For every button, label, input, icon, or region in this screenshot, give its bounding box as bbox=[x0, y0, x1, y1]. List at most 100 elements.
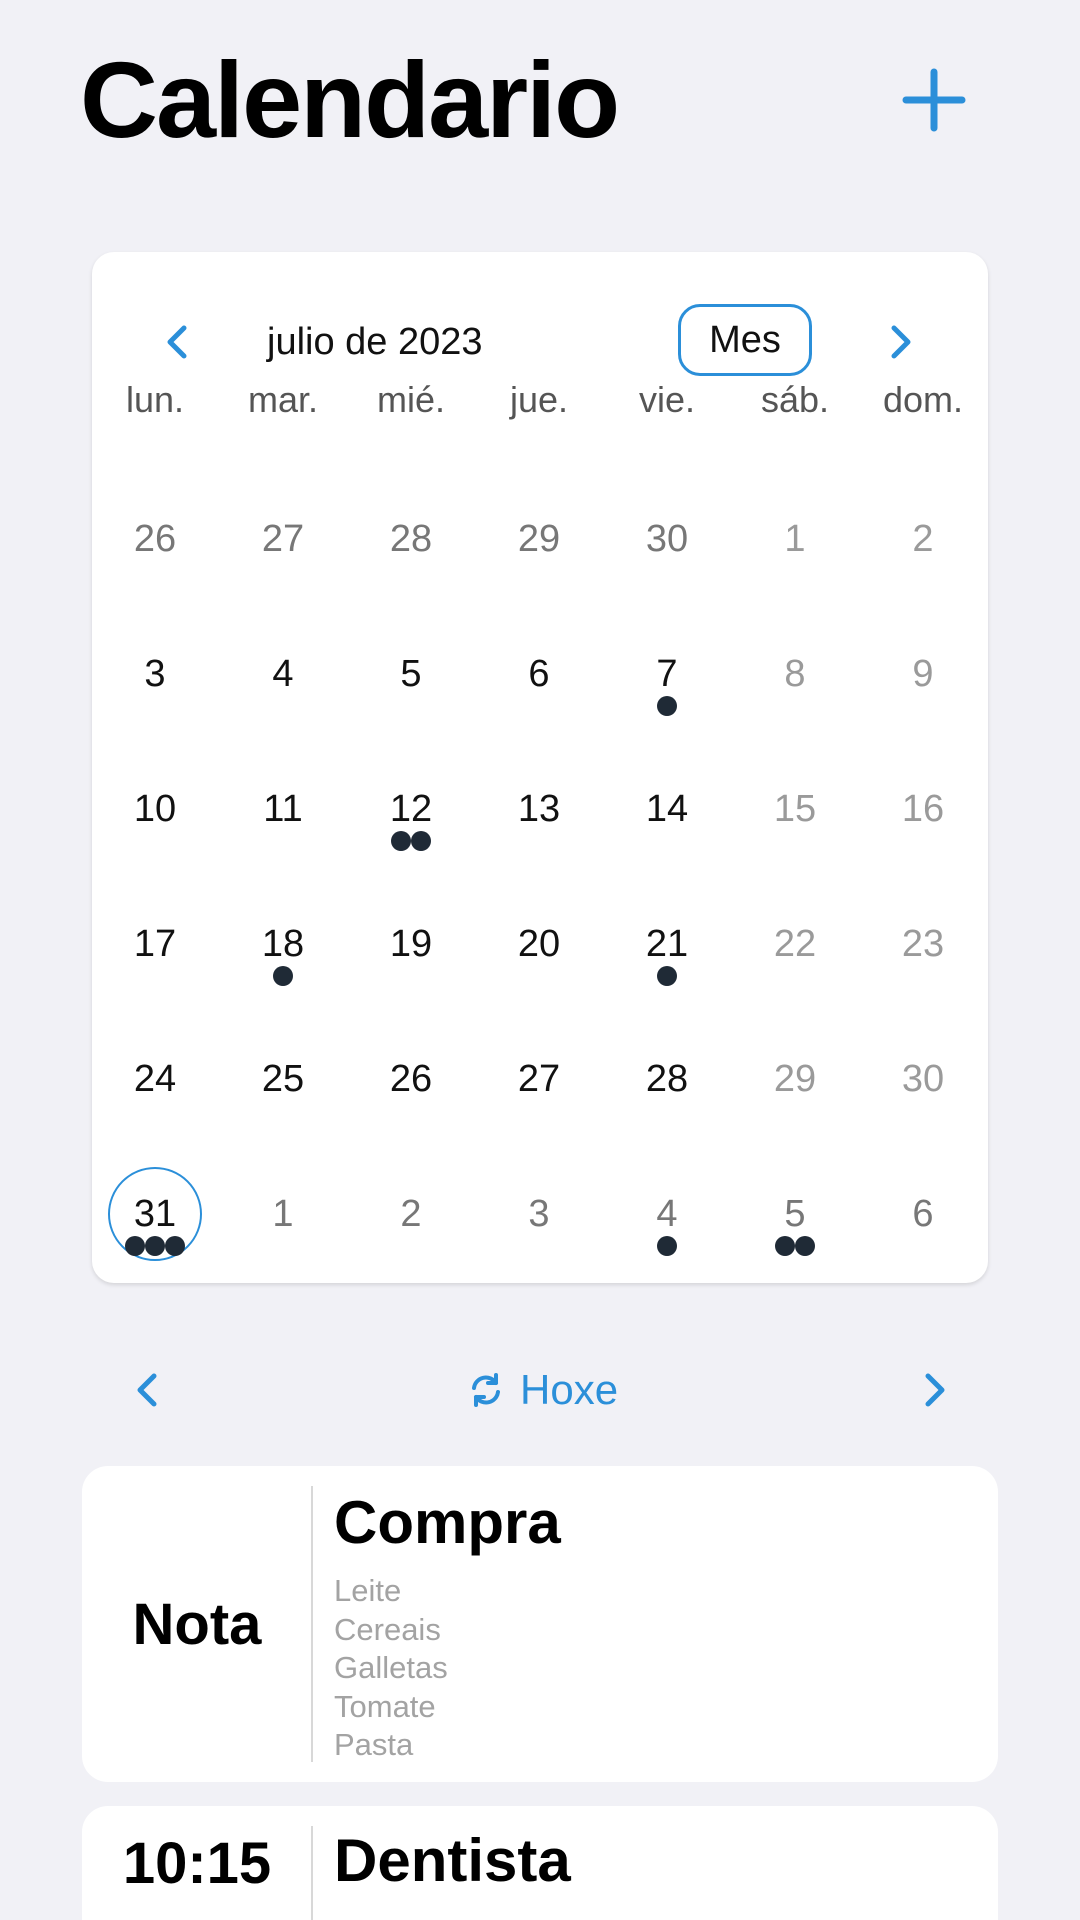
calendar-day[interactable]: 1 bbox=[219, 1184, 347, 1319]
weekday-label: jue. bbox=[509, 379, 569, 420]
next-day-button[interactable] bbox=[906, 1362, 962, 1418]
day-number: 24 bbox=[133, 1058, 177, 1100]
calendar-day[interactable]: 30 bbox=[603, 509, 731, 644]
calendar-day[interactable]: 29 bbox=[475, 509, 603, 644]
calendar-day[interactable]: 24 bbox=[91, 1049, 219, 1184]
event-time: 10:15 bbox=[122, 1830, 272, 1896]
day-number: 3 bbox=[528, 1193, 550, 1235]
calendar-day[interactable]: 27 bbox=[219, 509, 347, 644]
calendar-day[interactable]: 3 bbox=[91, 644, 219, 779]
calendar-day[interactable]: 15 bbox=[731, 779, 859, 914]
calendar-day[interactable]: 2 bbox=[347, 1184, 475, 1319]
calendar-day[interactable]: 16 bbox=[859, 779, 987, 914]
day-number: 5 bbox=[400, 653, 422, 695]
calendar-day[interactable]: 28 bbox=[347, 509, 475, 644]
day-number: 23 bbox=[901, 923, 945, 965]
day-number: 12 bbox=[389, 788, 433, 830]
calendar-day[interactable]: 29 bbox=[731, 1049, 859, 1184]
calendar-day[interactable]: 2 bbox=[859, 509, 987, 644]
calendar-day[interactable]: 9 bbox=[859, 644, 987, 779]
calendar-day[interactable]: 8 bbox=[731, 644, 859, 779]
day-number: 4 bbox=[272, 653, 294, 695]
event-note-line: Tomate bbox=[334, 1688, 436, 1724]
day-number: 18 bbox=[261, 923, 305, 965]
event-dot bbox=[411, 831, 431, 851]
day-number: 26 bbox=[389, 1058, 433, 1100]
event-dots bbox=[603, 696, 731, 718]
day-number: 28 bbox=[389, 518, 433, 560]
calendar-day[interactable]: 23 bbox=[859, 914, 987, 1049]
calendar-day[interactable]: 18 bbox=[219, 914, 347, 1049]
event-dots bbox=[603, 966, 731, 988]
day-number: 30 bbox=[901, 1058, 945, 1100]
day-number: 27 bbox=[517, 1058, 561, 1100]
event-dots bbox=[219, 966, 347, 988]
previous-month-button[interactable] bbox=[150, 314, 206, 370]
next-month-button[interactable] bbox=[872, 314, 928, 370]
day-number: 29 bbox=[517, 518, 561, 560]
event-dot bbox=[145, 1236, 165, 1256]
event-dot bbox=[165, 1236, 185, 1256]
day-number: 22 bbox=[773, 923, 817, 965]
calendar-day[interactable]: 21 bbox=[603, 914, 731, 1049]
day-number: 6 bbox=[912, 1193, 934, 1235]
day-number: 1 bbox=[784, 518, 806, 560]
calendar-day[interactable]: 5 bbox=[731, 1184, 859, 1319]
add-event-button[interactable] bbox=[898, 64, 970, 136]
calendar-day[interactable]: 17 bbox=[91, 914, 219, 1049]
today-button[interactable]: Hoxe bbox=[466, 1355, 618, 1425]
plus-icon bbox=[902, 68, 966, 132]
day-number: 29 bbox=[773, 1058, 817, 1100]
event-dot bbox=[273, 966, 293, 986]
calendar-day[interactable]: 1 bbox=[731, 509, 859, 644]
calendar-day[interactable]: 26 bbox=[347, 1049, 475, 1184]
calendar-day[interactable]: 28 bbox=[603, 1049, 731, 1184]
day-number: 25 bbox=[261, 1058, 305, 1100]
calendar-day[interactable]: 7 bbox=[603, 644, 731, 779]
day-number: 17 bbox=[133, 923, 177, 965]
calendar-day[interactable]: 13 bbox=[475, 779, 603, 914]
event-dot bbox=[125, 1236, 145, 1256]
event-divider bbox=[311, 1826, 313, 1920]
calendar-day[interactable]: 31 bbox=[91, 1167, 219, 1319]
day-number: 2 bbox=[912, 518, 934, 560]
calendar-day[interactable]: 6 bbox=[475, 644, 603, 779]
calendar-day[interactable]: 10 bbox=[91, 779, 219, 914]
calendar-day[interactable]: 22 bbox=[731, 914, 859, 1049]
event-note-line: Pasta bbox=[334, 1727, 414, 1762]
event-title: Compra bbox=[334, 1489, 561, 1556]
calendar-day[interactable]: 4 bbox=[603, 1184, 731, 1319]
calendar-day[interactable]: 27 bbox=[475, 1049, 603, 1184]
event-dot bbox=[795, 1236, 815, 1256]
calendar-day[interactable]: 25 bbox=[219, 1049, 347, 1184]
calendar-day[interactable]: 12 bbox=[347, 779, 475, 914]
calendar-day[interactable]: 5 bbox=[347, 644, 475, 779]
view-mode-button[interactable]: Mes bbox=[678, 304, 812, 376]
event-dot bbox=[657, 1236, 677, 1256]
day-number: 20 bbox=[517, 923, 561, 965]
calendar-day[interactable]: 19 bbox=[347, 914, 475, 1049]
calendar-day[interactable]: 20 bbox=[475, 914, 603, 1049]
event-time: Nota bbox=[132, 1591, 262, 1657]
calendar-day[interactable]: 11 bbox=[219, 779, 347, 914]
day-number: 16 bbox=[901, 788, 945, 830]
calendar-day[interactable]: 4 bbox=[219, 644, 347, 779]
calendar-day[interactable]: 26 bbox=[91, 509, 219, 644]
event-dots bbox=[347, 831, 475, 853]
previous-day-button[interactable] bbox=[120, 1362, 176, 1418]
calendar-card: julio de 2023 Mes lun. mar. mié. jue. vie. sá… bbox=[92, 252, 988, 1283]
page-title: Calendario bbox=[80, 39, 620, 160]
event-card[interactable]: 10:15 Dentista bbox=[82, 1806, 998, 1920]
calendar-day[interactable]: 6 bbox=[859, 1184, 987, 1319]
event-dot bbox=[657, 966, 677, 986]
chevron-left-icon bbox=[167, 325, 187, 359]
calendar-day[interactable]: 14 bbox=[603, 779, 731, 914]
calendar-day[interactable]: 3 bbox=[475, 1184, 603, 1319]
day-number: 27 bbox=[261, 518, 305, 560]
event-divider bbox=[311, 1486, 313, 1762]
day-number: 6 bbox=[528, 653, 550, 695]
event-note-line: Leite bbox=[334, 1573, 402, 1608]
calendar-day[interactable]: 30 bbox=[859, 1049, 987, 1184]
weekday-label: dom. bbox=[882, 379, 964, 420]
event-card[interactable]: Nota Compra Leite Cereais Galletas Tomat… bbox=[82, 1466, 998, 1782]
